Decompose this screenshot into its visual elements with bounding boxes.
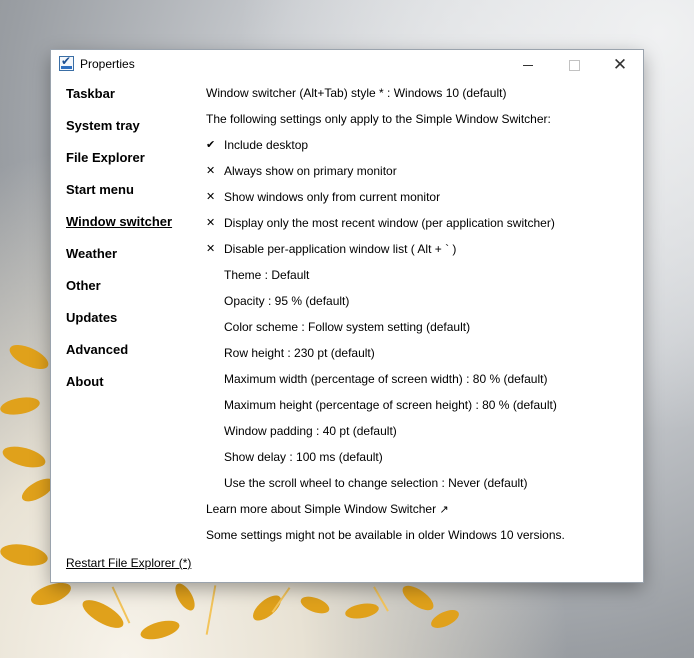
sidebar-item-start-menu[interactable]: Start menu [66,182,134,197]
sidebar-item-window-switcher[interactable]: Window switcher [66,214,172,229]
option-label: Use the scroll wheel to change selection… [224,476,528,490]
check-icon: ✔ [206,139,216,151]
maximize-icon [568,59,580,71]
sidebar-item-taskbar[interactable]: Taskbar [66,86,115,101]
cross-icon: ✕ [206,165,216,177]
option-label: Maximum height (percentage of screen hei… [224,398,557,412]
window-title: Properties [80,57,135,71]
minimize-icon [523,64,533,66]
restart-explorer-link[interactable]: Restart File Explorer (*) [66,556,191,570]
sidebar-item-system-tray[interactable]: System tray [66,118,140,133]
toggle-label: Include desktop [224,138,309,152]
toggle-label: Disable per-application window list ( Al… [224,242,457,256]
toggle-current-monitor[interactable]: ✕ Show windows only from current monitor [206,190,440,204]
option-label: Maximum width (percentage of screen widt… [224,372,548,386]
maximize-button[interactable] [551,50,597,80]
compatibility-note: Some settings might not be available in … [206,528,565,542]
toggle-label: Show windows only from current monitor [224,190,441,204]
toggle-include-desktop[interactable]: ✔ Include desktop [206,138,308,152]
close-icon: ✕ [612,55,628,74]
sidebar-item-weather[interactable]: Weather [66,246,117,261]
option-color-scheme[interactable]: Color scheme : Follow system setting (de… [224,320,470,334]
app-icon: ✔ [59,54,74,71]
cross-icon: ✕ [206,217,216,229]
option-label: Opacity : 95 % (default) [224,294,350,308]
sidebar-item-advanced[interactable]: Advanced [66,342,128,357]
cross-icon: ✕ [206,191,216,203]
minimize-button[interactable] [505,50,551,80]
option-label: Color scheme : Follow system setting (de… [224,320,471,334]
option-scroll-wheel[interactable]: Use the scroll wheel to change selection… [224,476,528,490]
sidebar-item-other[interactable]: Other [66,278,101,293]
option-window-padding[interactable]: Window padding : 40 pt (default) [224,424,397,438]
option-label: Row height : 230 pt (default) [224,346,375,360]
learn-more-label: Learn more about Simple Window Switcher [206,502,437,516]
toggle-per-app-window-list[interactable]: ✕ Disable per-application window list ( … [206,242,456,256]
toggle-label: Always show on primary monitor [224,164,397,178]
cross-icon: ✕ [206,243,216,255]
switcher-style-label: Window switcher (Alt+Tab) style * : Wind… [206,86,507,100]
option-label: Window padding : 40 pt (default) [224,424,397,438]
properties-window: ✔ Properties ✕ Taskbar System tray File … [51,50,643,582]
learn-more-link[interactable]: Learn more about Simple Window Switcher … [206,502,449,516]
option-theme[interactable]: Theme : Default [224,268,309,282]
external-link-icon: ↗ [439,504,449,516]
toggle-primary-monitor[interactable]: ✕ Always show on primary monitor [206,164,397,178]
toggle-most-recent-window[interactable]: ✕ Display only the most recent window (p… [206,216,555,230]
intro-label: The following settings only apply to the… [206,112,551,126]
note-label: Some settings might not be available in … [206,528,565,542]
switcher-style-setting[interactable]: Window switcher (Alt+Tab) style * : Wind… [206,86,506,100]
close-button[interactable]: ✕ [597,50,643,80]
option-max-height[interactable]: Maximum height (percentage of screen hei… [224,398,557,412]
intro-text: The following settings only apply to the… [206,112,551,126]
toggle-label: Display only the most recent window (per… [224,216,555,230]
option-row-height[interactable]: Row height : 230 pt (default) [224,346,375,360]
title-bar[interactable]: ✔ Properties ✕ [51,50,643,80]
sidebar-item-file-explorer[interactable]: File Explorer [66,150,145,165]
option-label: Theme : Default [224,268,310,282]
option-max-width[interactable]: Maximum width (percentage of screen widt… [224,372,547,386]
option-opacity[interactable]: Opacity : 95 % (default) [224,294,349,308]
sidebar-item-about[interactable]: About [66,374,104,389]
sidebar-item-updates[interactable]: Updates [66,310,117,325]
option-label: Show delay : 100 ms (default) [224,450,383,464]
option-show-delay[interactable]: Show delay : 100 ms (default) [224,450,383,464]
